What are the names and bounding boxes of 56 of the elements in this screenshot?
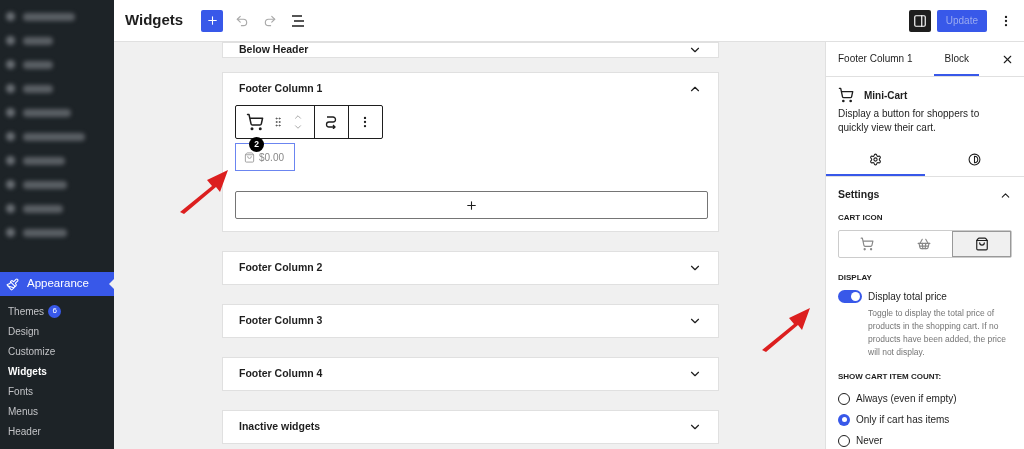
- sidebar-item[interactable]: Fonts: [0, 383, 114, 399]
- add-block-button[interactable]: [235, 191, 708, 219]
- brush-icon: [6, 277, 19, 291]
- radio-option[interactable]: Never: [838, 433, 1012, 448]
- radio-button[interactable]: [838, 434, 850, 447]
- settings-icon: [869, 153, 882, 166]
- field-label: DISPLAY: [838, 272, 873, 284]
- basket-icon: [917, 237, 931, 251]
- radio-button[interactable]: [838, 413, 850, 426]
- settings-panel-toggle[interactable]: [908, 9, 931, 32]
- field-label: CART ICON: [838, 212, 884, 224]
- list-view-icon[interactable]: [291, 14, 306, 27]
- help-text: Toggle to display the total price of products in the shopping cart. If no products have been added, the price will not display.: [867, 307, 1007, 359]
- transform-icon[interactable]: [324, 115, 339, 129]
- add-block-button[interactable]: [201, 9, 224, 32]
- radio-option[interactable]: Only if cart has items: [838, 412, 1012, 427]
- cart-icon[interactable]: [246, 113, 264, 131]
- cart-price: $0.00: [259, 150, 285, 165]
- inspector-tab[interactable]: Block: [934, 42, 979, 76]
- contrast-icon: [968, 153, 981, 166]
- sidebar-item[interactable]: Customize: [0, 343, 114, 359]
- bag-icon: [974, 237, 989, 251]
- sidebar-section[interactable]: Appearance: [0, 272, 114, 296]
- toggle-label: Display total price: [868, 290, 947, 304]
- drag-handle-icon[interactable]: [272, 116, 284, 128]
- sidebar-item[interactable]: Menus: [0, 403, 114, 419]
- icon-option[interactable]: [952, 231, 1011, 257]
- radio-option[interactable]: Always (even if empty): [838, 391, 1012, 406]
- block-name: Mini-Cart: [864, 88, 908, 103]
- block-description: Display a button for shoppers to quickly view their cart.: [838, 107, 981, 135]
- count-badge: 6: [48, 304, 62, 318]
- toggle-switch[interactable]: [838, 290, 862, 303]
- page-title: Widgets: [125, 10, 184, 31]
- plus-icon: [205, 14, 219, 27]
- widget-area-title[interactable]: Footer Column 1: [239, 81, 323, 97]
- sidebar-item[interactable]: Widgets: [0, 363, 114, 379]
- pointer-arrow: [180, 170, 228, 214]
- widget-area-title[interactable]: Inactive widgets: [239, 419, 321, 435]
- sidebar-item[interactable]: Header: [0, 423, 114, 439]
- cart-icon: [860, 237, 875, 251]
- sidebar-item[interactable]: Themes 6: [0, 303, 114, 319]
- radio-button[interactable]: [838, 392, 850, 405]
- sidebar-item[interactable]: Design: [0, 323, 114, 339]
- widget-area-title[interactable]: Footer Column 3: [239, 313, 323, 329]
- bag-icon: [244, 151, 255, 163]
- widget-area-title[interactable]: Below Header: [239, 42, 309, 58]
- field-label: SHOW CART ITEM COUNT:: [838, 371, 943, 383]
- plus-icon: [465, 198, 478, 212]
- pointer-arrow: [762, 308, 810, 352]
- item-count-badge: 2: [249, 137, 264, 152]
- section-title[interactable]: Settings: [838, 187, 880, 203]
- sidebar-panel-icon: [912, 13, 927, 28]
- widget-area-title[interactable]: Footer Column 2: [239, 260, 323, 276]
- cart-icon: [838, 87, 854, 103]
- inspector-tab[interactable]: Footer Column 1: [838, 42, 913, 76]
- widget-area-title[interactable]: Footer Column 4: [239, 366, 323, 382]
